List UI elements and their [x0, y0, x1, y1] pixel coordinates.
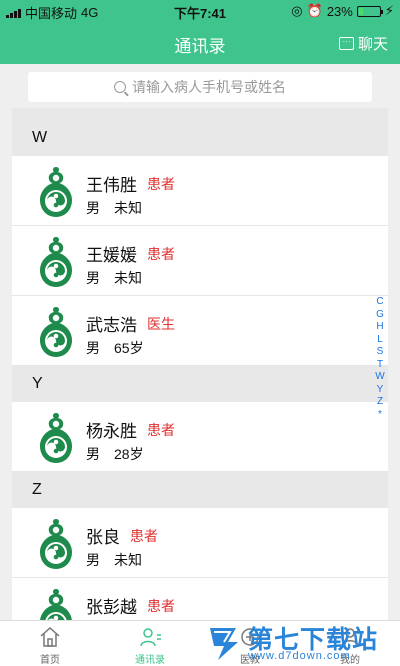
medical-icon — [241, 628, 259, 646]
contact-role-badge: 患者 — [147, 422, 175, 438]
section-header-w: W — [12, 120, 388, 156]
contact-info: 男 28岁 — [86, 444, 144, 464]
contact-name: 武志浩 — [86, 316, 137, 335]
battery-percent: 23% — [326, 3, 353, 19]
contacts-icon — [140, 628, 161, 647]
index-letter[interactable]: G — [376, 309, 384, 322]
index-letter[interactable]: T — [377, 359, 383, 372]
contacts-screen: 中国移动 4G 下午7:41 ◎ ⏰ 23% ⚡ 通讯录 ··· 聊天 请输入病… — [0, 0, 400, 666]
section-header-y: Y — [12, 366, 388, 402]
contact-row[interactable]: 王媛媛 患者男未知 — [12, 226, 388, 296]
contact-age: 65岁 — [114, 340, 144, 356]
contact-age: 28岁 — [114, 446, 144, 462]
search-icon — [114, 81, 126, 93]
search-input[interactable]: 请输入病人手机号或姓名 — [28, 72, 372, 102]
contact-role-badge: 患者 — [147, 598, 175, 614]
tab-profile-label: 我的 — [340, 655, 360, 666]
index-letter[interactable]: Z — [377, 396, 383, 409]
index-letter[interactable]: W — [375, 371, 384, 384]
contact-name: 张彭越 — [86, 598, 137, 617]
profile-icon — [341, 628, 359, 647]
status-right: ◎ ⏰ 23% ⚡ — [291, 3, 394, 19]
contact-name: 张良 — [86, 528, 120, 547]
tab-medical[interactable]: 医教 — [200, 621, 300, 666]
alphabet-index[interactable]: C G H L S T W Y Z * — [374, 296, 386, 421]
charging-icon: ⚡ — [384, 3, 394, 18]
tab-home[interactable]: 首页 — [0, 621, 100, 666]
contact-gender: 男 — [86, 340, 100, 356]
contact-age: 未知 — [114, 552, 142, 568]
contact-role-badge: 医生 — [147, 316, 175, 332]
alarm-icon: ⏰ — [306, 3, 323, 18]
avatar-gourd-icon — [40, 167, 72, 217]
search-area: 请输入病人手机号或姓名 — [0, 64, 400, 108]
tab-bar: 首页 通讯录 医教 我的 — [0, 620, 400, 666]
contact-name: 杨永胜 — [86, 422, 137, 441]
index-letter[interactable]: C — [376, 296, 383, 309]
battery-icon — [356, 5, 383, 17]
avatar-gourd-icon — [40, 589, 72, 620]
contact-list[interactable]: W 王伟胜 患者男未知 王媛媛 患者男未知 武志浩 医生男 65岁 Y 杨永胜 患者男 28岁… — [12, 108, 388, 620]
contact-row[interactable]: 王伟胜 患者男未知 — [12, 156, 388, 226]
contact-gender: 男 — [86, 270, 100, 286]
contact-role-badge: 患者 — [130, 528, 158, 544]
index-letter[interactable]: * — [378, 409, 382, 422]
lock-rotation-icon: ◎ — [291, 3, 303, 18]
section-header-partial — [12, 108, 388, 120]
index-letter[interactable]: L — [377, 334, 383, 347]
index-letter[interactable]: H — [376, 321, 383, 334]
tab-contacts[interactable]: 通讯录 — [100, 621, 200, 666]
tab-home-label: 首页 — [40, 655, 60, 666]
status-bar: 中国移动 4G 下午7:41 ◎ ⏰ 23% ⚡ — [0, 0, 400, 22]
contact-info: 男未知 — [86, 268, 142, 288]
tab-contacts-label: 通讯录 — [135, 655, 165, 666]
tab-medical-label: 医教 — [240, 655, 260, 666]
home-icon — [40, 626, 60, 647]
avatar-gourd-icon — [40, 519, 72, 569]
chat-icon: ··· — [338, 37, 354, 50]
contact-row[interactable]: 张彭越患者男未知 — [12, 578, 388, 620]
contact-gender: 男 — [86, 552, 100, 568]
contact-row[interactable]: 杨永胜 患者男 28岁 — [12, 402, 388, 472]
tab-profile[interactable]: 我的 — [300, 621, 400, 666]
contact-gender: 男 — [86, 446, 100, 462]
search-placeholder: 请输入病人手机号或姓名 — [132, 79, 286, 95]
chat-button-label: 聊天 — [357, 36, 388, 53]
contact-name: 王媛媛 — [86, 246, 137, 265]
contact-gender: 男 — [86, 200, 100, 216]
contact-info: 男 65岁 — [86, 338, 144, 358]
contact-row[interactable]: 武志浩 医生男 65岁 — [12, 296, 388, 366]
contact-role-badge: 患者 — [147, 246, 175, 262]
section-header-z: Z — [12, 472, 388, 508]
avatar-gourd-icon — [40, 307, 72, 357]
contact-name: 王伟胜 — [86, 176, 137, 195]
avatar-gourd-icon — [40, 413, 72, 463]
contact-age: 未知 — [114, 200, 142, 216]
contact-age: 未知 — [114, 270, 142, 286]
top-bar: 中国移动 4G 下午7:41 ◎ ⏰ 23% ⚡ 通讯录 ··· 聊天 — [0, 0, 400, 64]
index-letter[interactable]: S — [377, 346, 384, 359]
contact-info: 男未知 — [86, 198, 142, 218]
battery-fill — [358, 7, 364, 15]
avatar-gourd-icon — [40, 237, 72, 287]
index-letter[interactable]: Y — [377, 384, 384, 397]
contact-info: 男未知 — [86, 550, 142, 570]
contact-row[interactable]: 张良 患者男未知 — [12, 508, 388, 578]
contact-role-badge: 患者 — [147, 176, 175, 192]
chat-button[interactable]: ··· 聊天 — [338, 33, 388, 54]
